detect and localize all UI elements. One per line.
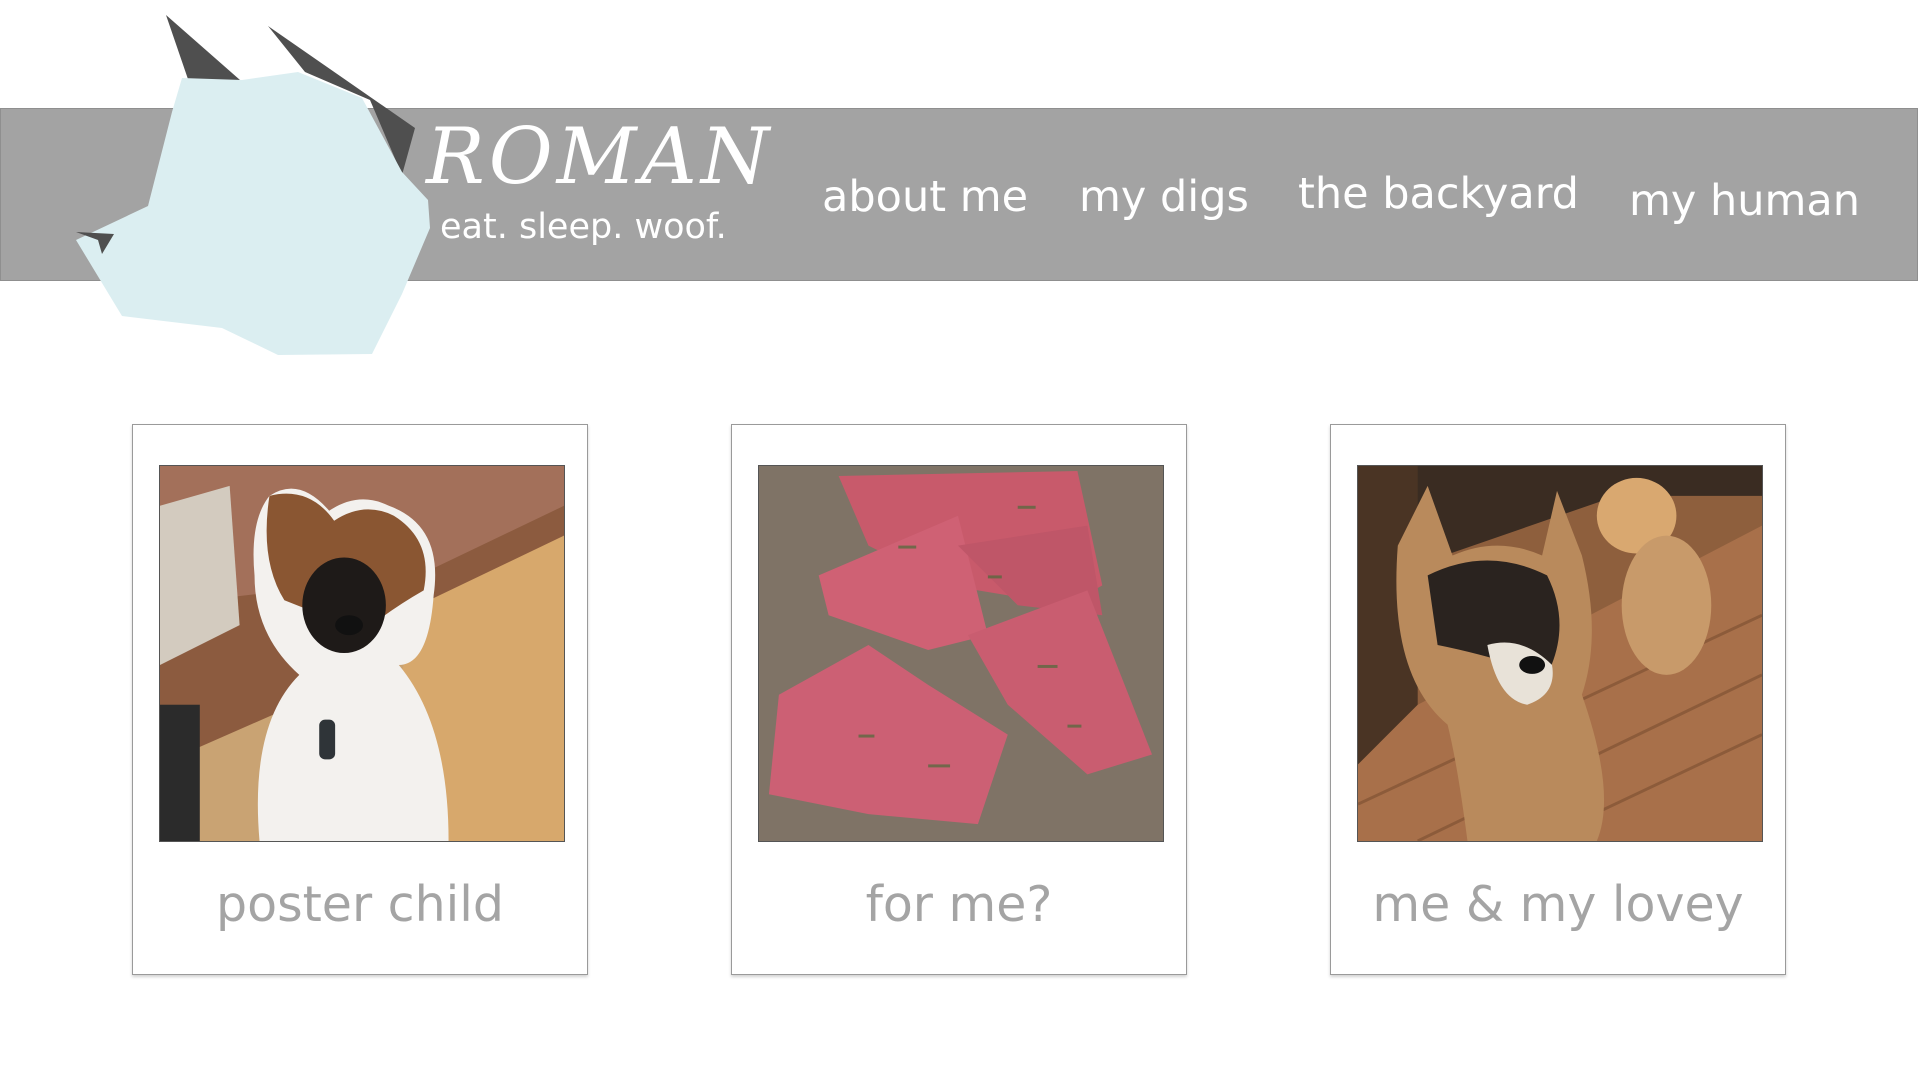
nav-item-about-me[interactable]: about me [822,176,1028,219]
photo-card-poster-child[interactable]: poster child [132,424,588,975]
dog-head-logo-icon[interactable] [70,10,440,360]
photo-card-for-me[interactable]: for me? [731,424,1187,975]
raw-steaks-photo [758,465,1164,842]
caption-for-me: for me? [865,876,1053,933]
brand-tagline: eat. sleep. woof. [440,207,727,247]
photo-card-me-and-my-lovey[interactable]: me & my lovey [1330,424,1786,975]
caption-poster-child: poster child [215,876,505,933]
nav-item-my-digs[interactable]: my digs [1079,176,1249,219]
page: ROMAN eat. sleep. woof. about me my digs… [0,0,1920,1080]
akita-with-plush-toy-photo [1357,465,1763,842]
nav-item-the-backyard[interactable]: the backyard [1298,173,1579,216]
akita-puppy-photo [159,465,565,842]
caption-me-and-my-lovey: me & my lovey [1372,876,1744,933]
nav-item-my-human[interactable]: my human [1629,180,1860,223]
brand-name[interactable]: ROMAN [426,118,773,196]
